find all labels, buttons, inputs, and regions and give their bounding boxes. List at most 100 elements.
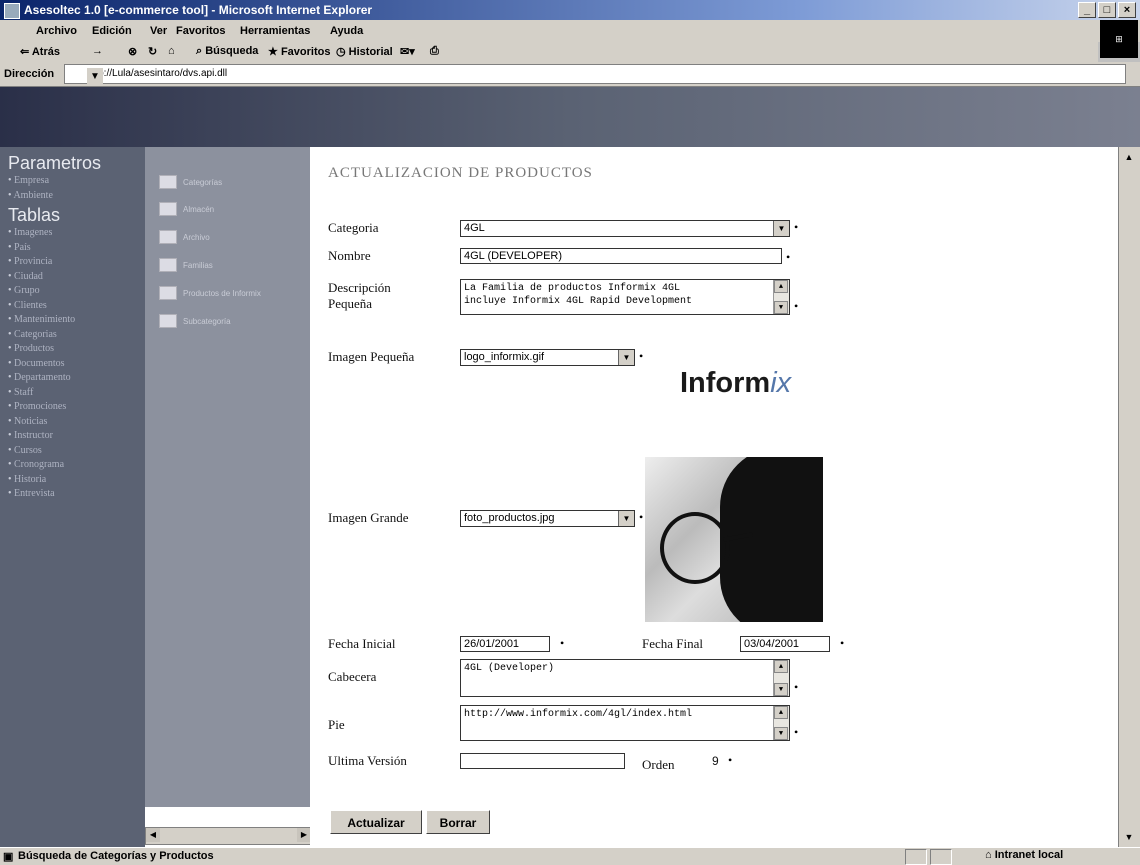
chevron-up-icon[interactable]: ▲ — [1121, 149, 1137, 165]
chevron-down-icon[interactable]: ▼ — [774, 301, 788, 314]
nav-item-departamento[interactable]: Departamento — [8, 371, 145, 386]
nav-item-imagenes[interactable]: Imagenes — [8, 226, 145, 241]
chevron-up-icon[interactable]: ▲ — [774, 280, 788, 293]
history-button[interactable]: ◷ Historial — [336, 45, 393, 58]
status-bar: ▣ Búsqueda de Categorías y Productos ⌂ I… — [0, 847, 1140, 865]
chevron-up-icon[interactable]: ▲ — [774, 660, 788, 673]
page-status-icon: ▣ — [3, 851, 14, 863]
scroll-left-icon[interactable]: ◀ — [146, 828, 160, 842]
chevron-down-icon[interactable]: ▼ — [87, 68, 103, 86]
chevron-down-icon[interactable]: ▼ — [618, 511, 634, 526]
nav-item-entrevista[interactable]: Entrevista — [8, 487, 145, 502]
tree-node[interactable]: Almacén — [159, 202, 214, 216]
textarea-scrollbar[interactable]: ▲ ▼ — [773, 280, 789, 314]
chevron-down-icon[interactable]: ▼ — [774, 683, 788, 696]
tree-node-label: Subcategoría — [183, 316, 231, 326]
stop-icon[interactable]: ⊗ — [128, 45, 137, 58]
tree-root[interactable]: Categorías — [159, 175, 222, 189]
ultima-version-input[interactable] — [460, 753, 625, 769]
nav-item-provincia[interactable]: Provincia — [8, 255, 145, 270]
nav-item-noticias[interactable]: Noticias — [8, 415, 145, 430]
categoria-select[interactable]: 4GL ▼ — [460, 220, 790, 237]
fecha-inicial-input[interactable]: 26/01/2001 — [460, 636, 550, 652]
chevron-down-icon[interactable]: ▼ — [1121, 829, 1137, 845]
descripcion-textarea[interactable]: La Familia de productos Informix 4GL inc… — [460, 279, 790, 315]
imagen-pequena-select[interactable]: logo_informix.gif ▼ — [460, 349, 635, 366]
required-marker: • — [639, 510, 644, 524]
textarea-scrollbar[interactable]: ▲ ▼ — [773, 660, 789, 696]
orden-value[interactable]: 9 — [712, 754, 719, 768]
nav-item-cronograma[interactable]: Cronograma — [8, 458, 145, 473]
tree-node[interactable]: Subcategoría — [159, 314, 231, 328]
nav-item-staff[interactable]: Staff — [8, 386, 145, 401]
required-marker: • — [786, 250, 791, 264]
favorites-button[interactable]: ★ Favoritos — [268, 45, 330, 58]
tree-node[interactable]: Archivo — [159, 230, 210, 244]
pie-value: http://www.informix.com/4gl/index.html — [464, 709, 693, 720]
borrar-button[interactable]: Borrar — [426, 810, 490, 834]
address-input[interactable]: http://Lula/asesintaro/dvs.api.dll ▼ — [64, 64, 1126, 86]
favorites-button-label: Favoritos — [280, 46, 331, 58]
security-zone: ⌂ Intranet local — [985, 849, 1063, 861]
logo-text-main: Inform — [680, 367, 771, 399]
actualizar-button[interactable]: Actualizar — [330, 810, 422, 834]
search-button[interactable]: ⌕ Búsqueda — [196, 45, 258, 58]
fecha-final-input[interactable]: 03/04/2001 — [740, 636, 830, 652]
print-icon[interactable]: ⎙ — [430, 45, 439, 58]
scroll-right-icon[interactable]: ▶ — [297, 828, 311, 842]
nav-item-ciudad[interactable]: Ciudad — [8, 270, 145, 285]
home-icon[interactable]: ⌂ — [168, 45, 175, 57]
ultima-version-label: Ultima Versión — [328, 753, 407, 768]
page-vertical-scrollbar[interactable]: ▲ ▼ — [1118, 147, 1140, 847]
tree-node[interactable]: Productos de Informix — [159, 286, 261, 300]
tree-node[interactable]: Familias — [159, 258, 213, 272]
required-marker: • — [794, 299, 799, 313]
nav-item-productos[interactable]: Productos — [8, 342, 145, 357]
nav-item-promociones[interactable]: Promociones — [8, 400, 145, 415]
nav-item-historia[interactable]: Historia — [8, 473, 145, 488]
nav-item-mantenimiento[interactable]: Mantenimiento — [8, 313, 145, 328]
menu-edicion[interactable]: Edición — [92, 25, 132, 37]
chevron-down-icon[interactable]: ▼ — [773, 221, 789, 236]
forward-arrow-icon[interactable]: → — [92, 45, 103, 57]
nav-item-clientes[interactable]: Clientes — [8, 299, 145, 314]
nav-item-instructor[interactable]: Instructor — [8, 429, 145, 444]
pie-textarea[interactable]: http://www.informix.com/4gl/index.html ▲… — [460, 705, 790, 741]
nombre-input[interactable]: 4GL (DEVELOPER) — [460, 248, 782, 264]
tree-horizontal-scrollbar[interactable]: ◀ ▶ — [145, 827, 312, 845]
chevron-down-icon[interactable]: ▼ — [774, 727, 788, 740]
nav-item-grupo[interactable]: Grupo — [8, 284, 145, 299]
nav-item-ambiente[interactable]: Ambiente — [8, 189, 145, 204]
nav-item-empresa[interactable]: Empresa — [8, 174, 145, 189]
descripcion-line-2: incluye Informix 4GL Rapid Development — [464, 296, 693, 307]
nav-item-cursos[interactable]: Cursos — [8, 444, 145, 459]
cabecera-textarea[interactable]: 4GL (Developer) ▲ ▼ — [460, 659, 790, 697]
minimize-button[interactable]: _ — [1078, 2, 1096, 18]
imagen-grande-select[interactable]: foto_productos.jpg ▼ — [460, 510, 635, 527]
menu-favoritos[interactable]: Favoritos — [176, 25, 226, 37]
tree-node-label: Productos de Informix — [183, 288, 261, 298]
imagen-pequena-value: logo_informix.gif — [464, 351, 545, 363]
chevron-down-icon[interactable]: ▼ — [618, 350, 634, 365]
close-button[interactable]: × — [1118, 2, 1136, 18]
nav-item-pais[interactable]: País — [8, 241, 145, 256]
back-button[interactable]: ⇐ Atrás — [20, 45, 60, 58]
mail-icon[interactable]: ✉▾ — [400, 45, 415, 58]
menu-ver[interactable]: Ver — [150, 25, 167, 37]
menu-archivo[interactable]: Archivo — [36, 25, 77, 37]
status-pane — [905, 849, 927, 865]
nav-item-categorias[interactable]: Categorias — [8, 328, 145, 343]
nav-item-documentos[interactable]: Documentos — [8, 357, 145, 372]
chevron-up-icon[interactable]: ▲ — [774, 706, 788, 719]
nav-section-tablas: Tablas — [8, 205, 61, 225]
refresh-icon[interactable]: ↻ — [148, 45, 157, 58]
address-label: Dirección — [4, 68, 55, 80]
window-controls: _ □ × — [1078, 2, 1136, 18]
informix-logo: Informix — [680, 367, 791, 400]
menu-herramientas[interactable]: Herramientas — [240, 25, 310, 37]
textarea-scrollbar[interactable]: ▲ ▼ — [773, 706, 789, 740]
required-marker: • — [639, 349, 644, 363]
pie-label: Pie — [328, 717, 345, 732]
maximize-button[interactable]: □ — [1098, 2, 1116, 18]
menu-ayuda[interactable]: Ayuda — [330, 25, 363, 37]
